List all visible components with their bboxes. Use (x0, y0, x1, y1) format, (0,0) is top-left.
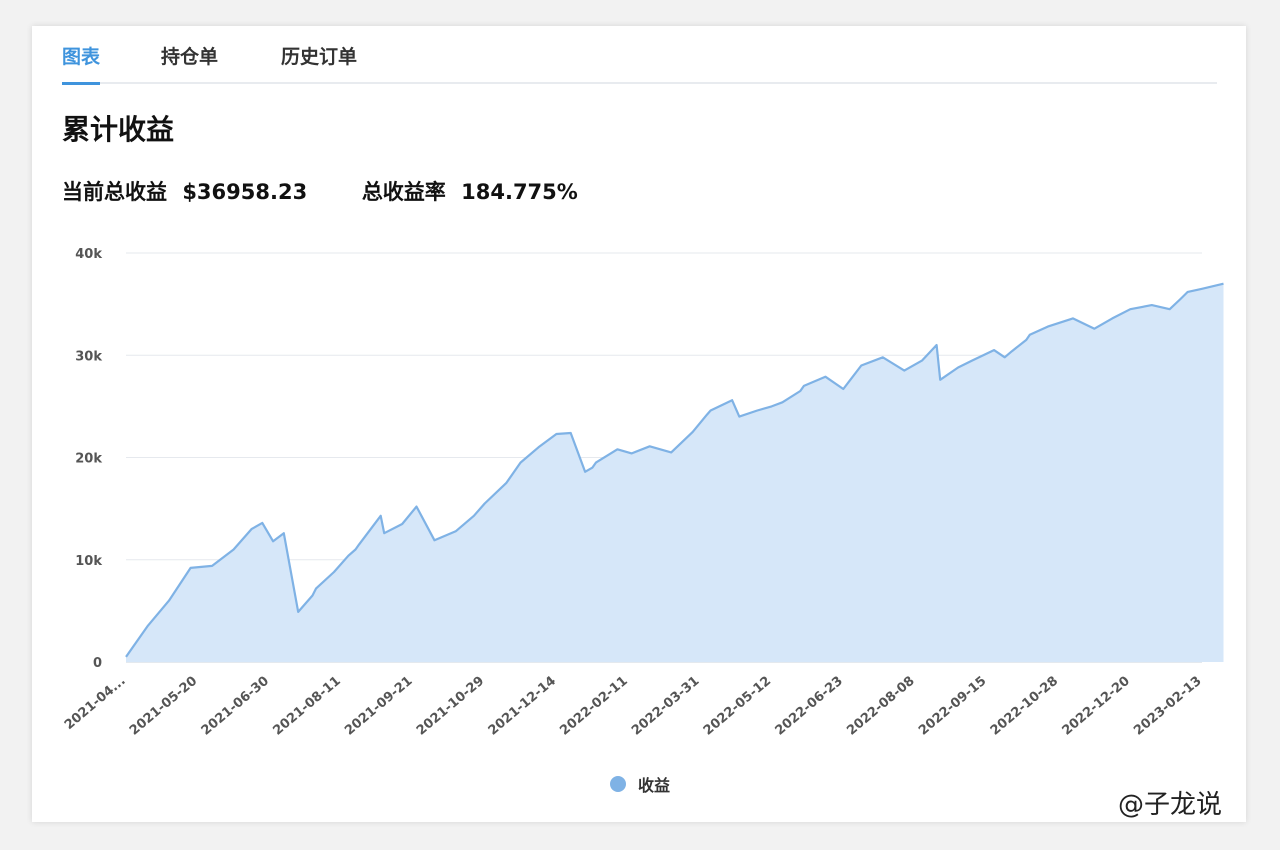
x-tick-label: 2021-10-29 (414, 674, 487, 739)
y-tick-label: 10k (75, 554, 102, 569)
x-tick-label: 2022-02-11 (557, 674, 630, 739)
portfolio-card: 图表 持仓单 历史订单 累计收益 当前总收益 $36958.23 总收益率 18… (32, 26, 1246, 822)
x-tick-label: 2022-03-31 (629, 674, 702, 739)
x-tick-label: 2022-08-08 (844, 674, 917, 739)
x-tick-label: 2021-06-30 (199, 674, 272, 739)
legend-marker (610, 776, 626, 792)
x-tick-label: 2022-12-20 (1059, 674, 1132, 739)
x-tick-label: 2022-06-23 (773, 674, 846, 739)
x-tick-label: 2023-02-13 (1131, 674, 1204, 739)
legend-label: 收益 (638, 776, 671, 795)
x-tick-label: 2021-12-14 (486, 674, 559, 739)
x-tick-label: 2021-05-20 (127, 674, 200, 739)
y-tick-label: 0 (93, 656, 102, 671)
watermark-text: @子龙说 (1118, 790, 1223, 820)
x-tick-label: 2022-10-28 (988, 674, 1061, 739)
x-tick-label: 2021-08-11 (270, 674, 343, 739)
y-tick-label: 30k (75, 349, 102, 364)
x-tick-label: 2021-09-21 (342, 674, 415, 739)
chart-legend[interactable]: 收益 (610, 772, 670, 796)
series-area (126, 283, 1224, 662)
x-tick-label: 2022-05-12 (701, 674, 774, 739)
x-tick-label: 2022-09-15 (916, 674, 989, 739)
y-tick-label: 20k (75, 452, 102, 467)
x-tick-label: 2021-04... (62, 674, 129, 733)
y-tick-label: 40k (75, 247, 102, 262)
cumulative-profit-chart: 0 10k 20k 30k 40k 2021-04...2021-05-202021-06… (62, 247, 1224, 739)
